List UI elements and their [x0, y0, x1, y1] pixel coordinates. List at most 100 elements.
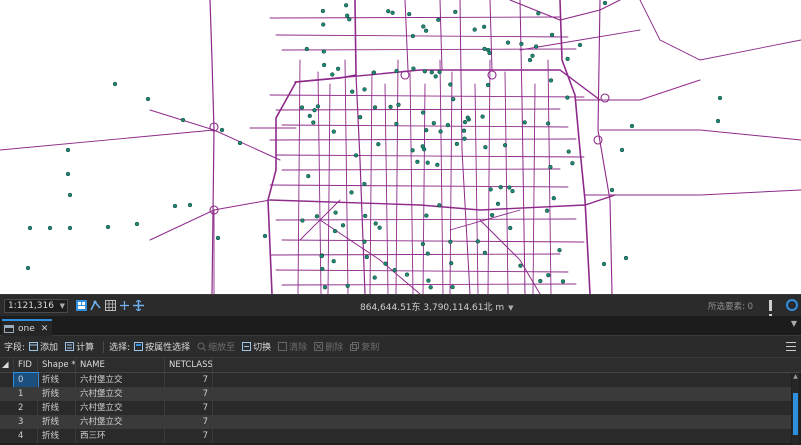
point-feature[interactable]: [437, 203, 442, 208]
point-feature[interactable]: [407, 11, 412, 17]
point-feature[interactable]: [566, 149, 571, 154]
point-feature[interactable]: [307, 113, 312, 119]
grid-view-icon[interactable]: [76, 300, 87, 311]
point-feature[interactable]: [507, 185, 512, 190]
point-feature[interactable]: [445, 122, 451, 128]
point-feature[interactable]: [410, 148, 415, 153]
point-feature[interactable]: [353, 153, 359, 158]
attribute-table-grid[interactable]: ◢ FID Shape * NAME NETCLASS 0 折线 六村堡立交 7 1 折线…: [0, 358, 801, 445]
point-feature[interactable]: [362, 239, 367, 244]
chevron-down-icon[interactable]: ▼: [791, 319, 797, 328]
crosshair-icon[interactable]: [119, 300, 130, 311]
point-feature[interactable]: [519, 41, 524, 47]
point-feature[interactable]: [47, 225, 53, 231]
point-feature[interactable]: [438, 129, 443, 134]
point-feature[interactable]: [481, 24, 487, 29]
point-feature[interactable]: [67, 225, 73, 231]
switch-selection-button[interactable]: 切换: [242, 340, 271, 353]
point-feature[interactable]: [420, 241, 426, 247]
calculate-field-button[interactable]: 计算: [65, 340, 94, 353]
cell-fid[interactable]: 1: [14, 387, 38, 401]
table-menu-icon[interactable]: [786, 342, 796, 351]
point-feature[interactable]: [347, 17, 352, 22]
column-header-netclass[interactable]: NETCLASS: [165, 358, 213, 372]
chevron-down-icon[interactable]: ▼: [508, 304, 513, 312]
point-feature[interactable]: [383, 261, 388, 266]
point-feature[interactable]: [498, 185, 503, 190]
point-feature[interactable]: [321, 22, 326, 27]
point-feature[interactable]: [67, 192, 73, 198]
point-feature[interactable]: [300, 218, 305, 223]
point-feature[interactable]: [454, 141, 460, 147]
point-feature[interactable]: [424, 213, 429, 218]
tab-table-one[interactable]: one ✕: [2, 319, 53, 336]
point-feature[interactable]: [321, 62, 327, 68]
point-feature[interactable]: [483, 145, 488, 150]
point-feature[interactable]: [322, 285, 328, 290]
point-feature[interactable]: [619, 147, 625, 153]
point-feature[interactable]: [362, 181, 367, 187]
point-feature[interactable]: [219, 127, 225, 133]
point-feature[interactable]: [425, 160, 430, 165]
table-row[interactable]: 0 折线 六村堡立交 7: [0, 372, 791, 388]
point-feature[interactable]: [475, 239, 480, 244]
point-feature[interactable]: [315, 104, 321, 109]
point-feature[interactable]: [187, 202, 193, 208]
point-feature[interactable]: [320, 266, 325, 272]
point-feature[interactable]: [237, 140, 243, 146]
cell-name[interactable]: 六村堡立交: [76, 387, 165, 401]
point-feature[interactable]: [112, 81, 118, 87]
point-feature[interactable]: [462, 119, 468, 125]
point-feature[interactable]: [465, 115, 470, 120]
cell-shape[interactable]: 折线: [38, 401, 76, 415]
point-feature[interactable]: [518, 263, 523, 268]
cell-netclass[interactable]: 7: [165, 373, 213, 387]
point-feature[interactable]: [461, 128, 467, 133]
point-feature[interactable]: [363, 213, 368, 219]
point-feature[interactable]: [544, 208, 550, 213]
point-feature[interactable]: [415, 159, 420, 164]
point-feature[interactable]: [350, 89, 355, 94]
point-feature[interactable]: [145, 96, 151, 102]
point-feature[interactable]: [480, 114, 485, 119]
column-header-name[interactable]: NAME: [76, 358, 165, 372]
point-feature[interactable]: [304, 46, 309, 52]
point-feature[interactable]: [332, 228, 338, 234]
point-feature[interactable]: [448, 239, 453, 244]
point-feature[interactable]: [392, 267, 397, 273]
point-feature[interactable]: [358, 115, 363, 120]
point-feature[interactable]: [565, 95, 570, 100]
point-feature[interactable]: [333, 210, 338, 215]
point-feature[interactable]: [306, 173, 311, 179]
point-feature[interactable]: [396, 102, 401, 107]
point-feature[interactable]: [437, 69, 442, 75]
point-feature[interactable]: [449, 261, 454, 266]
cell-netclass[interactable]: 7: [165, 429, 213, 443]
point-feature[interactable]: [372, 105, 378, 110]
point-feature[interactable]: [349, 190, 354, 195]
point-feature[interactable]: [436, 17, 441, 22]
cell-netclass[interactable]: 7: [165, 415, 213, 429]
copy-selection-button[interactable]: 复制: [350, 340, 379, 353]
point-feature[interactable]: [426, 278, 431, 283]
point-feature[interactable]: [320, 8, 326, 14]
point-feature[interactable]: [538, 278, 543, 284]
point-feature[interactable]: [533, 44, 539, 49]
point-feature[interactable]: [530, 53, 535, 58]
point-feature[interactable]: [423, 28, 429, 33]
point-feature[interactable]: [345, 13, 350, 18]
point-feature[interactable]: [577, 42, 583, 48]
cell-fid[interactable]: 2: [14, 401, 38, 415]
point-feature[interactable]: [548, 164, 553, 170]
point-feature[interactable]: [502, 143, 508, 148]
cell-fid[interactable]: 3: [14, 415, 38, 429]
point-feature[interactable]: [551, 196, 556, 201]
add-field-button[interactable]: 添加: [29, 340, 58, 353]
refresh-icon[interactable]: [786, 299, 798, 311]
table-row[interactable]: 1 折线 六村堡立交 7: [0, 387, 791, 401]
point-feature[interactable]: [425, 251, 430, 256]
point-feature[interactable]: [215, 235, 221, 241]
point-feature[interactable]: [386, 9, 391, 14]
point-feature[interactable]: [311, 120, 316, 125]
point-feature[interactable]: [505, 40, 511, 45]
